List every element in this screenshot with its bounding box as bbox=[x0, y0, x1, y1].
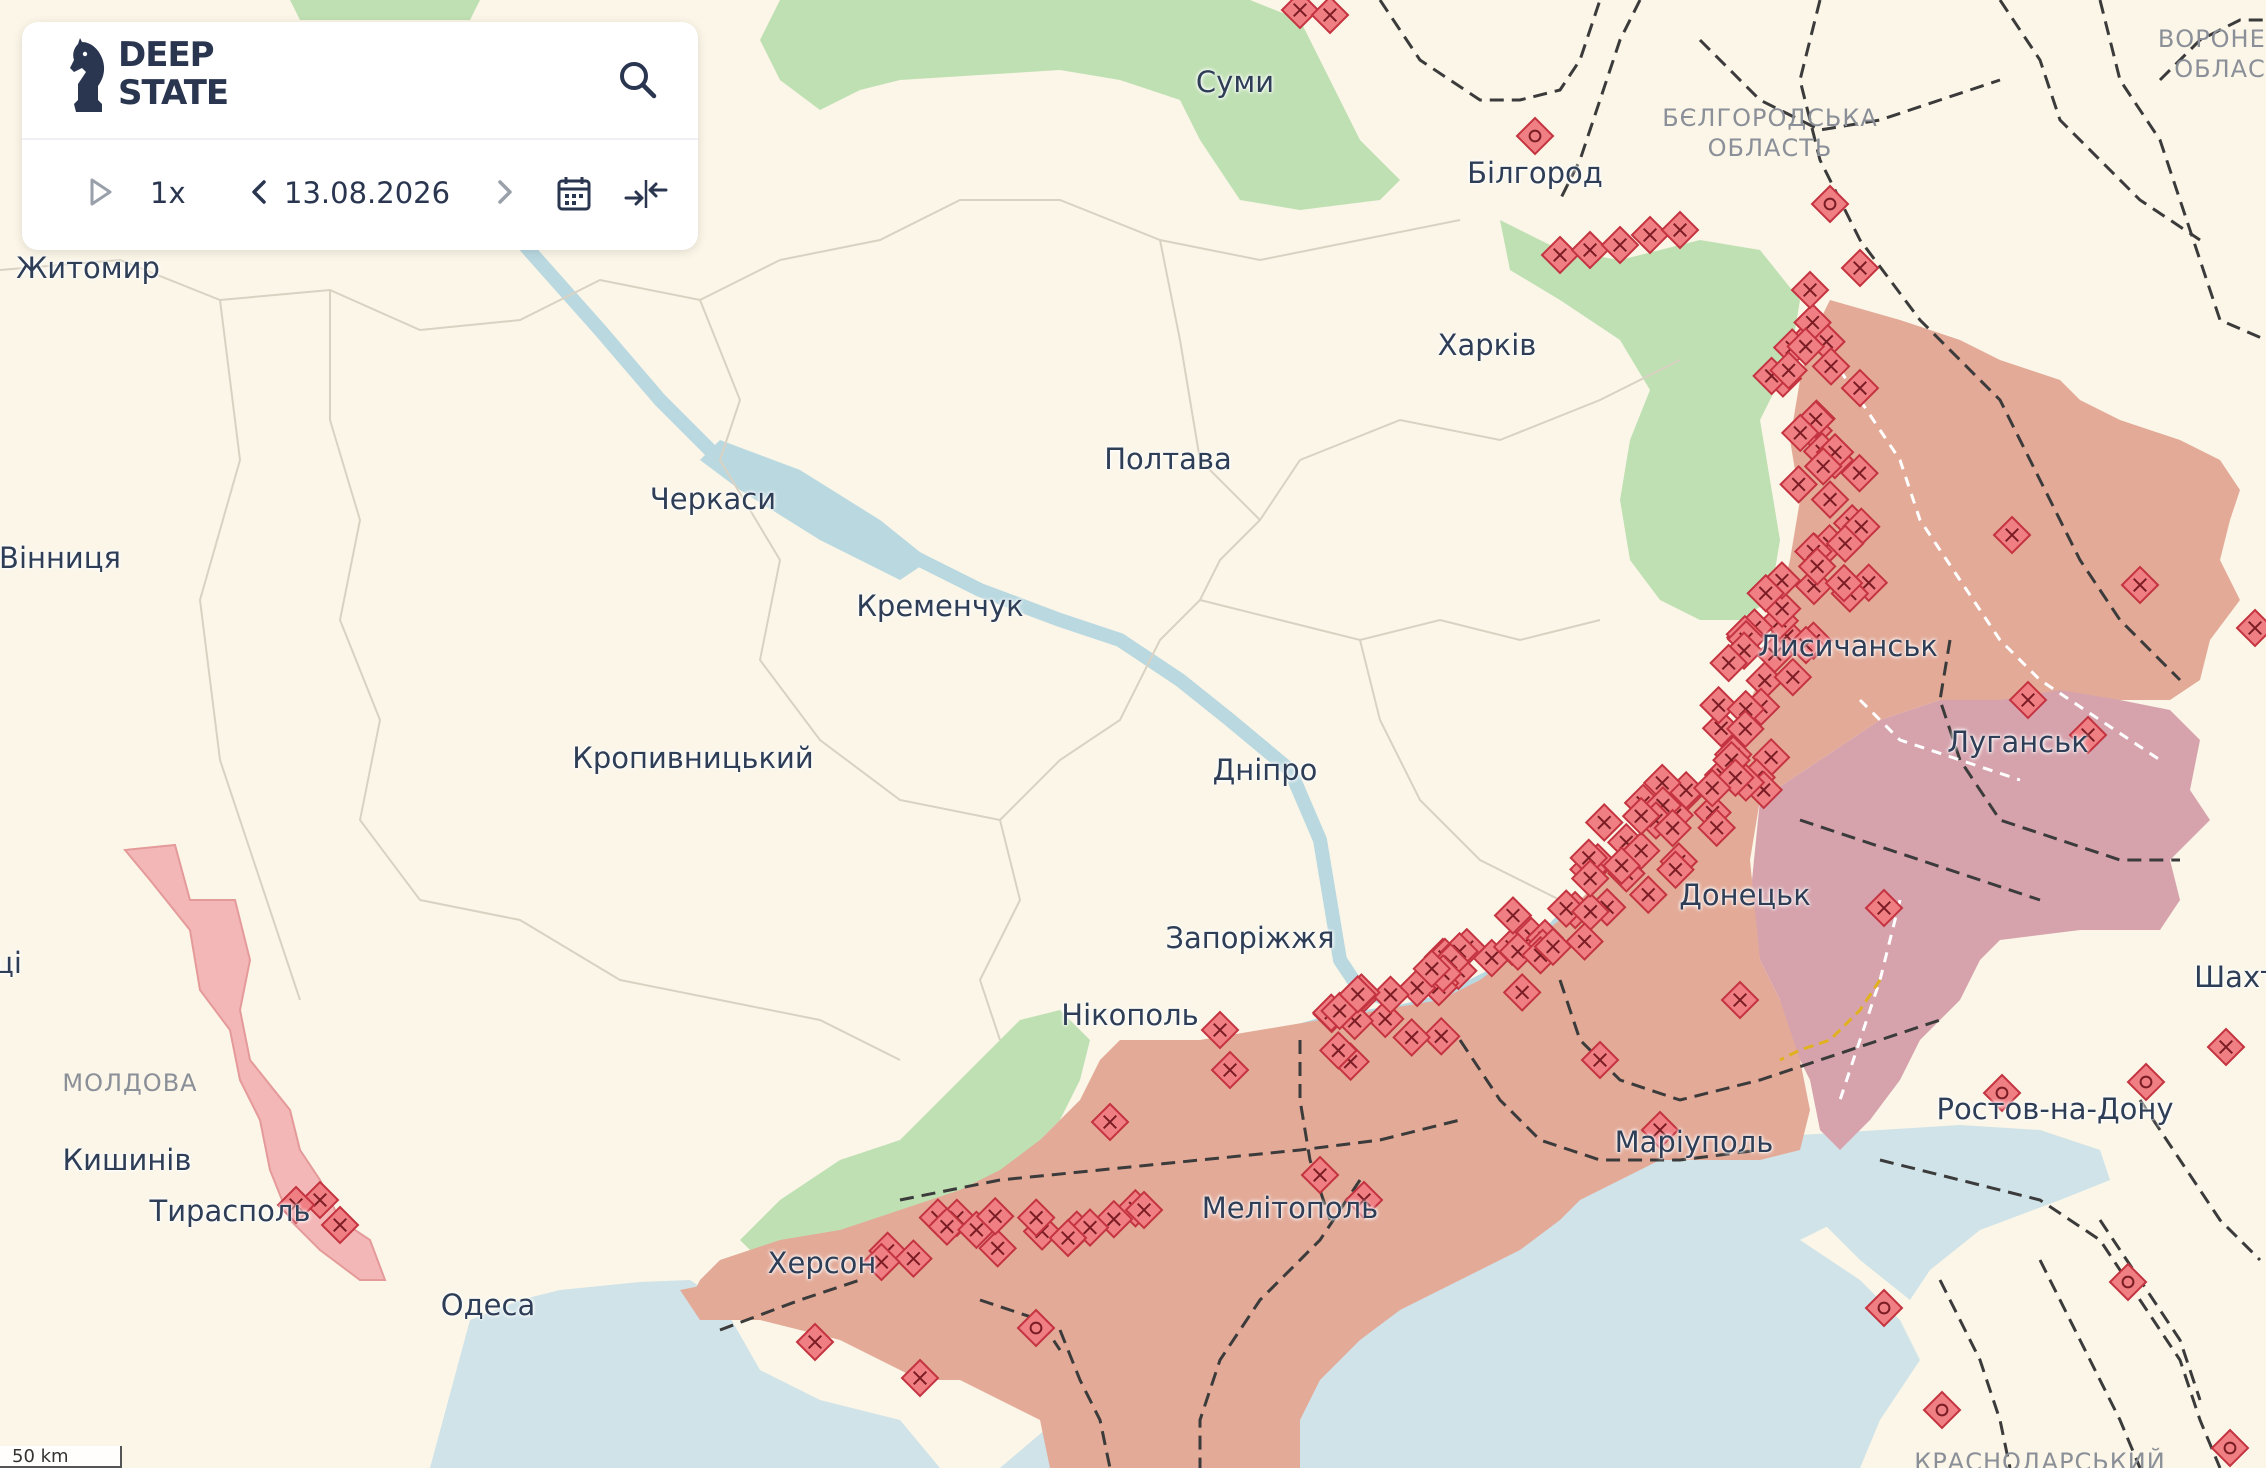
calendar-button[interactable] bbox=[552, 172, 596, 220]
city-label-kropyvnytskyi: Кропивницький bbox=[572, 741, 814, 775]
timeline-controls: 1x 13.08.2026 bbox=[22, 140, 698, 250]
city-label-kyshyniv: Кишинів bbox=[62, 1143, 192, 1177]
current-date[interactable]: 13.08.2026 bbox=[284, 176, 450, 210]
calendar-icon bbox=[557, 177, 591, 211]
city-label-zhytomyr: Житомир bbox=[16, 251, 160, 285]
search-button[interactable] bbox=[614, 56, 662, 104]
city-label-lysychansk: Лисичанськ bbox=[1758, 629, 1938, 663]
city-label-kharkiv: Харків bbox=[1437, 328, 1537, 362]
city-label-poltava: Полтава bbox=[1104, 442, 1232, 476]
liberated-northwest bbox=[290, 0, 480, 20]
previous-date-button[interactable] bbox=[240, 172, 280, 216]
city-label-kremenchuk: Кременчук bbox=[856, 589, 1024, 623]
brand-logo[interactable]: DEEP STATE bbox=[68, 35, 229, 114]
city-label-donetsk: Донецьк bbox=[1679, 878, 1811, 912]
region-label-voronezh: ВОРОНЕЗОБЛАС bbox=[2157, 25, 2266, 83]
region-label-moldova: МОЛДОВА bbox=[62, 1069, 198, 1097]
map-root[interactable]: БЄЛГОРОДСЬКАОБЛАСТЬ ВОРОНЕЗОБЛАС МОЛДОВА… bbox=[0, 0, 2266, 1468]
city-label-dnipro: Дніпро bbox=[1212, 753, 1318, 787]
chevron-right-icon bbox=[498, 180, 512, 204]
knight-chess-piece-icon bbox=[70, 38, 105, 112]
chevron-left-icon bbox=[252, 180, 266, 204]
city-label-zaporizhzhia: Запоріжжя bbox=[1165, 921, 1335, 955]
compare-button[interactable] bbox=[622, 172, 670, 220]
play-icon bbox=[90, 178, 112, 206]
city-label-rostov: Ростов-на-Дону bbox=[1936, 1092, 2174, 1126]
scale-bar: 50 km bbox=[0, 1446, 122, 1468]
play-button[interactable] bbox=[80, 172, 120, 216]
city-label-melitopol: Мелітополь bbox=[1201, 1191, 1379, 1225]
city-label-vinnytsia: Вінниця bbox=[0, 541, 121, 575]
city-label-shakhty: Шахти bbox=[2194, 960, 2266, 994]
control-panel: DEEP STATE 1x 13.08.2026 bbox=[22, 22, 698, 250]
city-label-cherkasy: Черкаси bbox=[649, 482, 777, 516]
city-label-luhansk: Луганськ bbox=[1947, 725, 2089, 759]
city-label-nikopol: Нікополь bbox=[1061, 998, 1199, 1032]
brand-line-1: DEEP bbox=[118, 35, 215, 75]
city-label-bilgorod: Білгород bbox=[1467, 156, 1603, 190]
next-date-button[interactable] bbox=[484, 172, 524, 216]
search-icon bbox=[620, 62, 657, 99]
speed-selector[interactable]: 1x bbox=[150, 176, 186, 210]
city-label-odesa: Одеса bbox=[440, 1288, 536, 1322]
city-label-kherson: Херсон bbox=[767, 1246, 877, 1280]
region-label-belgorod: БЄЛГОРОДСЬКА ОБЛАСТЬ bbox=[1662, 104, 1878, 162]
city-label-partial-west: ці bbox=[0, 946, 22, 980]
region-label-krasnodar: КРАСНОДАРСЬКИЙ bbox=[1914, 1448, 2166, 1468]
brand-line-2: STATE bbox=[118, 73, 229, 113]
city-label-tyraspol: Тирасполь bbox=[149, 1194, 311, 1228]
city-label-sumy: Суми bbox=[1195, 65, 1275, 99]
compare-arrows-icon bbox=[624, 180, 668, 208]
city-label-mariupol: Маріуполь bbox=[1614, 1125, 1774, 1159]
